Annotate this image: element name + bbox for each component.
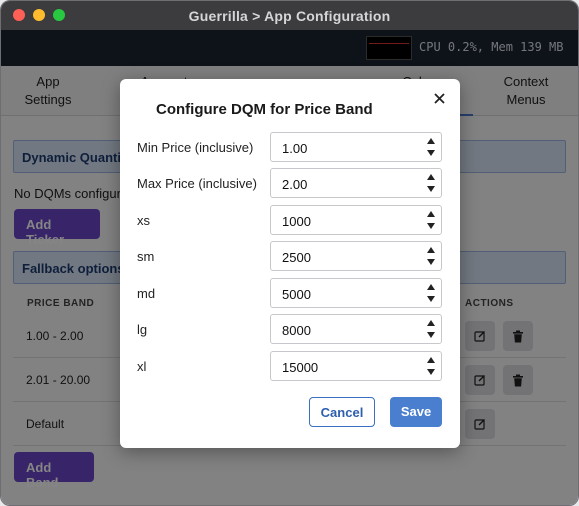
title-bar: Guerrilla > App Configuration: [1, 1, 578, 30]
minimize-window-button[interactable]: [33, 9, 45, 21]
spinner-arrows[interactable]: [425, 246, 437, 266]
spinner-arrows[interactable]: [425, 210, 437, 230]
input-value: 8000: [282, 323, 311, 338]
input-value: 2500: [282, 250, 311, 265]
sm-label: sm: [137, 249, 155, 264]
input-value: 5000: [282, 287, 311, 302]
spinner-arrows[interactable]: [425, 137, 437, 157]
xs-label: xs: [137, 213, 150, 228]
min-price-label: Min Price (inclusive): [137, 140, 254, 155]
dialog-title: Configure DQM for Price Band: [156, 101, 373, 118]
max-price-label: Max Price (inclusive): [137, 176, 257, 191]
spinner-arrows[interactable]: [425, 173, 437, 193]
xl-label: xl: [137, 359, 147, 374]
close-window-button[interactable]: [13, 9, 25, 21]
save-button[interactable]: Save: [390, 397, 442, 427]
close-dialog-button[interactable]: [430, 89, 448, 107]
xl-input[interactable]: 15000: [270, 351, 442, 381]
close-icon: [433, 92, 445, 104]
md-input[interactable]: 5000: [270, 278, 442, 308]
input-value: 2.00: [282, 177, 308, 192]
lg-label: lg: [137, 322, 148, 337]
spinner-arrows[interactable]: [425, 319, 437, 339]
maximize-window-button[interactable]: [53, 9, 65, 21]
input-value: 15000: [282, 360, 319, 375]
cancel-button[interactable]: Cancel: [309, 397, 375, 427]
sm-input[interactable]: 2500: [270, 241, 442, 271]
lg-input[interactable]: 8000: [270, 314, 442, 344]
xs-input[interactable]: 1000: [270, 205, 442, 235]
app-window: Guerrilla > App Configuration CPU 0.2%, …: [0, 0, 579, 506]
window-title: Guerrilla > App Configuration: [188, 7, 391, 24]
spinner-arrows[interactable]: [425, 283, 437, 303]
input-value: 1.00: [282, 141, 308, 156]
md-label: md: [137, 286, 156, 301]
spinner-arrows[interactable]: [425, 356, 437, 376]
max-price-input[interactable]: 2.00: [270, 168, 442, 198]
configure-dqm-dialog: Configure DQM for Price Band Min Price (…: [120, 79, 460, 448]
input-value: 1000: [282, 214, 311, 229]
min-price-input[interactable]: 1.00: [270, 132, 442, 162]
